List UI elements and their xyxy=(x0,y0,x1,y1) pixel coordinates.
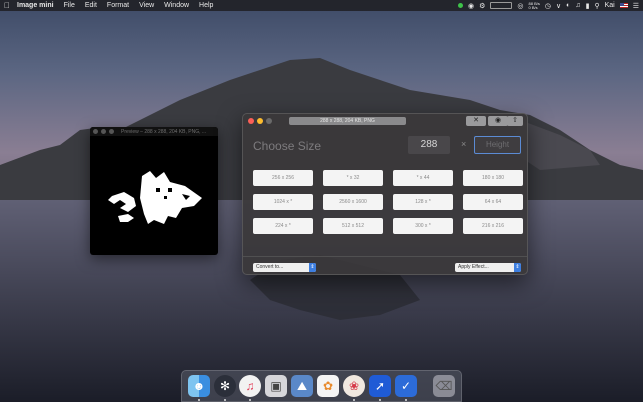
preset-button[interactable]: 300 x * xyxy=(393,218,453,234)
preset-button[interactable]: 180 x 180 xyxy=(463,170,523,186)
apply-effect-popup[interactable]: Apply Effect... ⇕ xyxy=(455,263,521,272)
minimize-window-button[interactable] xyxy=(257,118,263,124)
zoom-window-button[interactable] xyxy=(266,118,272,124)
preview-window[interactable]: Preview – 288 x 288, 204 KB, PNG, ... xyxy=(90,127,218,255)
menu-format[interactable]: Format xyxy=(102,2,134,9)
preset-button[interactable]: * x 44 xyxy=(393,170,453,186)
footer-divider xyxy=(243,256,527,257)
menu-app-name[interactable]: Image mini xyxy=(14,2,59,9)
image-mini-icon[interactable]: ❀ xyxy=(343,375,365,397)
preview-zoom-button[interactable] xyxy=(109,129,114,134)
preset-button[interactable]: 224 x * xyxy=(253,218,313,234)
globe-icon[interactable]: ◎ xyxy=(517,2,523,10)
preset-button[interactable]: 2560 x 1600 xyxy=(323,194,383,210)
clock-icon[interactable]: ◷ xyxy=(545,2,551,10)
window-title: 288 x 288, 204 KB, PNG xyxy=(289,117,406,125)
preview-close-button[interactable] xyxy=(93,129,98,134)
control-center-icon[interactable]: ☰ xyxy=(633,2,639,10)
safari-icon[interactable]: ✻ xyxy=(214,375,236,397)
network-speed[interactable]: 88 B/s 0 B/s xyxy=(529,1,540,10)
menu-window[interactable]: Window xyxy=(159,2,194,9)
preview-icon[interactable]: ▣ xyxy=(265,375,287,397)
image-mini-window[interactable]: 288 x 288, 204 KB, PNG ✕ ◉ ⇧ Choose Size… xyxy=(242,113,528,275)
menu-file[interactable]: File xyxy=(59,2,80,9)
preview-titlebar[interactable]: Preview – 288 x 288, 204 KB, PNG, ... xyxy=(90,127,218,136)
stocks-icon[interactable]: ➚ xyxy=(369,375,391,397)
running-indicator xyxy=(353,399,355,401)
bluetooth-icon[interactable]: ∨ xyxy=(556,2,561,10)
preset-button[interactable]: 1024 x * xyxy=(253,194,313,210)
preview-minimize-button[interactable] xyxy=(101,129,106,134)
settings-icon[interactable]: ⚙ xyxy=(479,2,485,10)
width-input[interactable]: 288 xyxy=(408,136,450,154)
menu-edit[interactable]: Edit xyxy=(80,2,102,9)
input-source-flag-icon[interactable] xyxy=(619,3,628,8)
menu-help[interactable]: Help xyxy=(194,2,218,9)
photos-icon[interactable]: ✿ xyxy=(317,375,339,397)
wifi-icon[interactable]: ◐ xyxy=(566,2,570,9)
chevron-updown-icon: ⇕ xyxy=(514,263,521,272)
chevron-updown-icon: ⇕ xyxy=(309,263,316,272)
apple-icon[interactable]:  xyxy=(0,1,14,10)
running-indicator xyxy=(405,399,407,401)
close-image-button[interactable]: ✕ xyxy=(466,116,486,126)
preview-image-logo xyxy=(108,171,202,224)
height-input[interactable]: Height xyxy=(474,136,521,154)
preset-button[interactable]: 128 x * xyxy=(393,194,453,210)
status-indicator-icon[interactable] xyxy=(458,3,464,8)
convert-to-popup[interactable]: Convert to... ⇕ xyxy=(253,263,316,272)
choose-size-heading: Choose Size xyxy=(253,139,322,153)
music-icon[interactable]: ♫ xyxy=(239,375,261,397)
preset-button[interactable]: * x 32 xyxy=(323,170,383,186)
search-icon[interactable]: ⚲ xyxy=(594,2,599,10)
preset-button[interactable]: 256 x 256 xyxy=(253,170,313,186)
volume-icon[interactable]: ♫ xyxy=(575,2,580,9)
task-icon[interactable]: ✓ xyxy=(395,375,417,397)
menu-bar:  Image mini File Edit Format View Windo… xyxy=(0,0,643,11)
menu-view[interactable]: View xyxy=(134,2,159,9)
preview-eye-button[interactable]: ◉ xyxy=(488,116,508,126)
preset-button[interactable]: 64 x 64 xyxy=(463,194,523,210)
running-indicator xyxy=(198,399,200,401)
share-button[interactable]: ⇧ xyxy=(507,116,523,126)
preset-button[interactable]: 512 x 512 xyxy=(323,218,383,234)
dock: ☻ ✻ ♫ ▣ ⛰ ✿ ❀ ➚ ✓ ⌫ xyxy=(181,370,462,402)
preset-button[interactable]: 216 x 216 xyxy=(463,218,523,234)
close-window-button[interactable] xyxy=(248,118,254,124)
trash-icon[interactable]: ⌫ xyxy=(433,375,455,397)
window-titlebar[interactable]: 288 x 288, 204 KB, PNG ✕ ◉ ⇧ xyxy=(243,114,527,128)
running-indicator xyxy=(224,399,226,401)
battery-icon[interactable]: ▮ xyxy=(586,2,590,10)
user-name[interactable]: Kai xyxy=(605,2,615,9)
cpu-meter[interactable] xyxy=(490,2,513,9)
convert-to-label: Convert to... xyxy=(256,264,284,270)
preview-title: Preview – 288 x 288, 204 KB, PNG, ... xyxy=(121,128,207,135)
finder-icon[interactable]: ☻ xyxy=(188,375,210,397)
apply-effect-label: Apply Effect... xyxy=(458,264,489,270)
wifi-extra-icon[interactable]: ◉ xyxy=(468,2,474,10)
running-indicator xyxy=(249,399,251,401)
running-indicator xyxy=(379,399,381,401)
size-presets: 256 x 256 * x 32 * x 44 180 x 180 1024 x… xyxy=(253,170,523,234)
times-symbol: × xyxy=(461,139,467,149)
photo-viewer-icon[interactable]: ⛰ xyxy=(291,375,313,397)
